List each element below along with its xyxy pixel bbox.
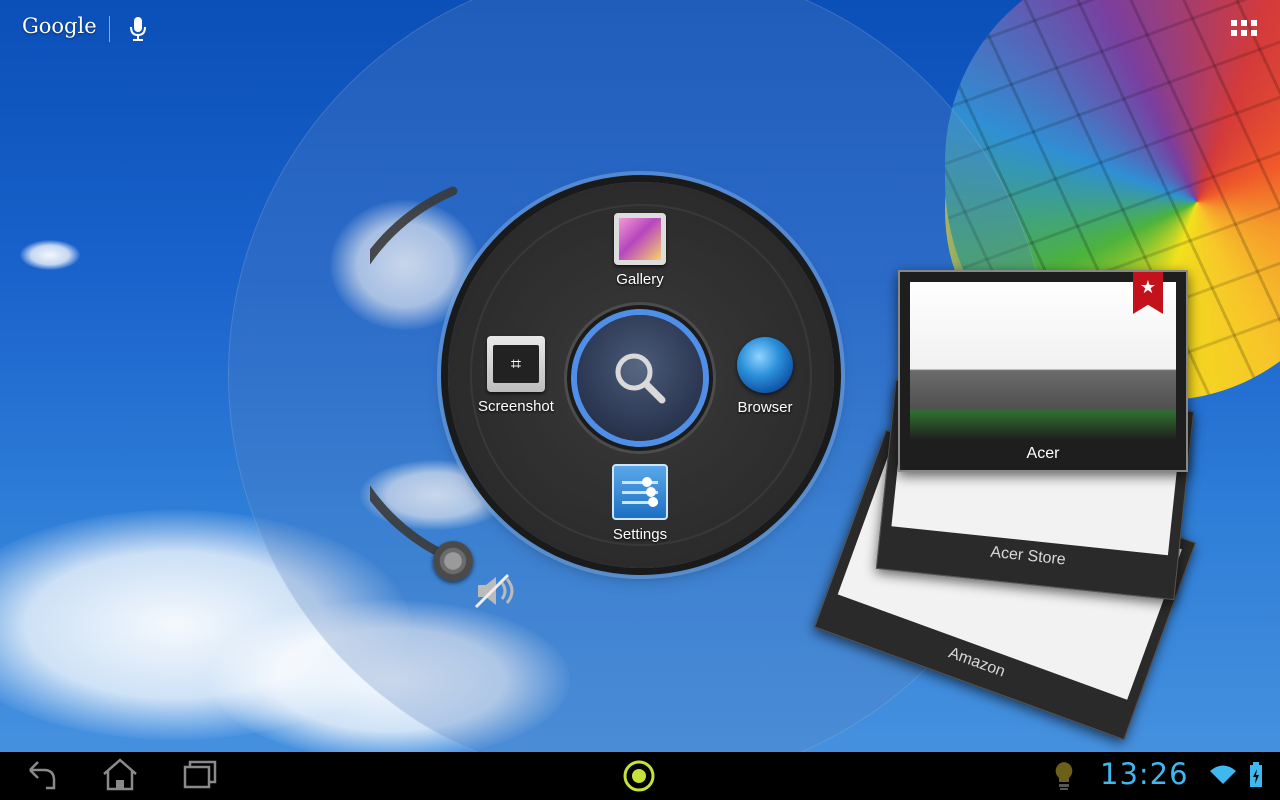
status-clock[interactable]: 13:26	[1100, 757, 1189, 791]
wifi-icon[interactable]	[1209, 764, 1237, 791]
gallery-icon	[614, 213, 666, 265]
lightbulb-icon[interactable]	[1052, 760, 1076, 797]
menu-item-settings[interactable]: Settings	[598, 464, 682, 543]
cloud	[20, 240, 80, 270]
menu-item-screenshot[interactable]: ⌗ Screenshot	[472, 336, 560, 415]
menu-item-label: Settings	[612, 526, 668, 543]
menu-item-browser[interactable]: Browser	[728, 337, 802, 416]
menu-item-label: Screenshot	[478, 398, 554, 415]
mic-icon[interactable]	[130, 16, 146, 47]
card-title: Acer	[1026, 445, 1060, 462]
recent-apps-icon[interactable]	[182, 756, 218, 797]
search-button[interactable]	[577, 315, 703, 441]
apps-grid-icon[interactable]	[1231, 20, 1257, 41]
back-icon[interactable]	[22, 756, 58, 797]
search-icon	[615, 353, 666, 404]
menu-item-label: Gallery	[616, 271, 664, 288]
globe-icon	[737, 337, 793, 393]
mute-icon[interactable]	[474, 573, 520, 614]
volume-slider-knob[interactable]	[433, 541, 473, 581]
search-divider	[109, 16, 110, 42]
menu-item-gallery[interactable]: Gallery	[598, 213, 682, 288]
menu-item-label: Browser	[737, 399, 793, 416]
screenshot-icon: ⌗	[487, 336, 545, 392]
google-search-label[interactable]: Google	[22, 14, 97, 38]
settings-sliders-icon	[612, 464, 668, 520]
battery-icon[interactable]	[1249, 762, 1263, 793]
ring-launcher-button[interactable]	[621, 758, 657, 799]
home-icon[interactable]	[100, 756, 140, 797]
